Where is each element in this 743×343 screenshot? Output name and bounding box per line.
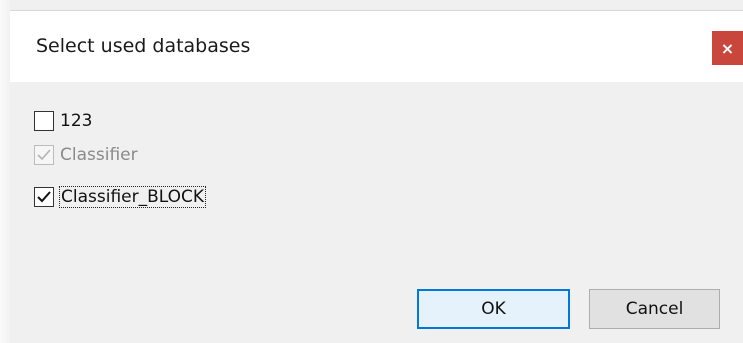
title-bar[interactable]: Select used databases × — [10, 10, 743, 82]
database-option-classifier: Classifier — [34, 141, 138, 169]
cancel-button[interactable]: Cancel — [589, 289, 720, 329]
checkmark-icon — [37, 191, 51, 203]
database-option-classifier-block[interactable]: Classifier_BLOCK — [34, 183, 207, 211]
database-label: Classifier — [60, 145, 138, 165]
ok-button[interactable]: OK — [417, 289, 570, 329]
database-label: 123 — [60, 111, 93, 131]
window-edge — [0, 0, 10, 343]
close-button[interactable]: × — [712, 31, 743, 65]
dialog-title: Select used databases — [36, 35, 251, 57]
database-option-123[interactable]: 123 — [34, 107, 92, 135]
close-icon: × — [720, 38, 735, 58]
checkbox-123[interactable] — [34, 111, 54, 131]
checkmark-icon — [37, 149, 51, 161]
select-databases-dialog: Select used databases × 123 Classifier C… — [0, 0, 743, 343]
checkbox-classifier-block[interactable] — [34, 187, 54, 207]
database-label: Classifier_BLOCK — [58, 186, 207, 208]
checkbox-classifier — [34, 145, 54, 165]
